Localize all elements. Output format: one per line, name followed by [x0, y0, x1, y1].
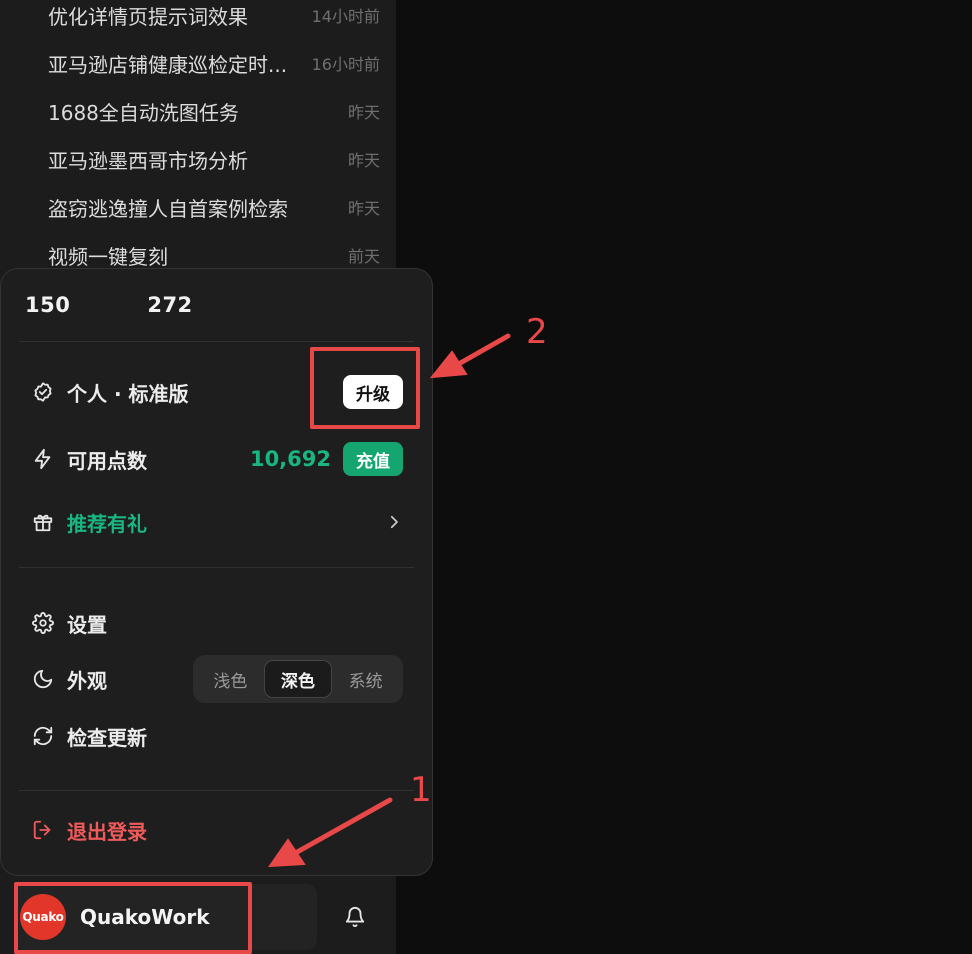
- annotation-arrows: [268, 333, 511, 868]
- annotation-arrow-1-shaft: [287, 797, 393, 859]
- annotation-arrow-2-head: [429, 350, 468, 379]
